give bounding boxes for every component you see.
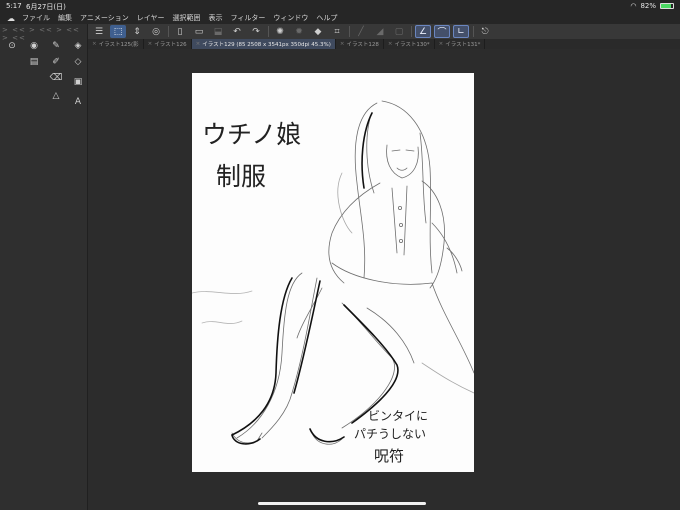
command-bar: ☰ ⬚ ⇕ ◎ ▯ ▭ ⬓ ↶ ↷ ✺ ✹ ◆ ⌗ ╱ ◢ ▢ ∠ ⌒ ∟ ⎋ xyxy=(88,24,680,39)
layers-tool-icon[interactable]: ◇ xyxy=(72,56,84,68)
canvas-workspace[interactable]: ウチノ娘 制服 ビンタイに パチうしない 呪符 xyxy=(88,49,680,510)
drawing-canvas[interactable]: ウチノ娘 制服 ビンタイに パチうしない 呪符 xyxy=(192,73,474,472)
settings-icon[interactable]: ✺ xyxy=(272,25,288,38)
menu-view[interactable]: 表示 xyxy=(209,13,223,23)
document-tabs: × イラスト125(影 × イラスト126 × イラスト129 (85 2508 x … xyxy=(88,39,680,49)
status-right: ◠ 82% xyxy=(630,2,674,10)
gradient-icon[interactable]: ◢ xyxy=(372,25,388,38)
tab-document[interactable]: × イラスト131* xyxy=(435,39,486,49)
layer-move-tool-icon[interactable]: ▤ xyxy=(28,56,40,68)
stroke-icon[interactable]: ╱ xyxy=(353,25,369,38)
tab-document[interactable]: × イラスト125(影 xyxy=(88,39,144,49)
battery-icon xyxy=(660,3,674,9)
stabilizer-2-icon[interactable]: ⌒ xyxy=(434,25,450,38)
reference-icon[interactable]: ⎋ xyxy=(477,25,493,38)
app-logo-icon[interactable]: ☁ xyxy=(0,14,22,23)
divider xyxy=(268,26,269,37)
save-icon[interactable]: ⬓ xyxy=(210,25,226,38)
divider xyxy=(168,26,169,37)
tab-document[interactable]: × イラスト130* xyxy=(384,39,435,49)
menu-selection[interactable]: 選択範囲 xyxy=(173,13,201,23)
close-icon[interactable]: × xyxy=(148,41,153,47)
battery-percent: 82% xyxy=(640,2,656,10)
operation-tool-icon[interactable]: ◉ xyxy=(28,40,40,52)
menu-file[interactable]: ファイル xyxy=(22,13,50,23)
close-icon[interactable]: × xyxy=(92,41,97,47)
close-icon[interactable]: × xyxy=(439,41,444,47)
tab-label: イラスト130* xyxy=(394,42,430,48)
close-icon[interactable]: × xyxy=(388,41,393,47)
close-icon[interactable]: × xyxy=(196,41,201,47)
canvas-note-line1: ビンタイに xyxy=(368,409,429,423)
menu-help[interactable]: ヘルプ xyxy=(316,13,337,23)
tab-document[interactable]: × イラスト128 xyxy=(336,39,384,49)
smart-icon[interactable]: ◎ xyxy=(148,25,164,38)
pen-tool-icon[interactable]: ✎ xyxy=(50,40,62,52)
status-time: 5:17 xyxy=(6,2,22,10)
stabilizer-1-icon[interactable]: ∠ xyxy=(415,25,431,38)
tab-label: イラスト129 (85 2508 x 3541px 350dpi 45.3%) xyxy=(202,42,331,48)
status-date: 6月27日(日) xyxy=(26,3,66,11)
tool-panel: > << > << > << > << ⊙ ◉ ✎ ◈ ▤ ✐ ◇ ⌫ ▣ △ … xyxy=(0,24,88,510)
redo-icon[interactable]: ↷ xyxy=(248,25,264,38)
divider xyxy=(349,26,350,37)
menu-layer[interactable]: レイヤー xyxy=(137,13,165,23)
canvas-note-line2: パチうしない xyxy=(354,427,427,441)
canvas-title-line2: 制服 xyxy=(216,162,267,191)
tab-document[interactable]: × イラスト126 xyxy=(144,39,192,49)
text-tool-icon[interactable]: A xyxy=(72,96,84,108)
canvas-title-line1: ウチノ娘 xyxy=(202,120,302,149)
tab-label: イラスト125(影 xyxy=(98,42,139,48)
home-indicator[interactable] xyxy=(258,502,426,505)
figure-tool-icon[interactable]: △ xyxy=(50,90,62,102)
fill-tool-icon[interactable]: ◈ xyxy=(72,40,84,52)
crop-icon[interactable]: ⌗ xyxy=(329,25,345,38)
zoom-tool-icon[interactable]: ⊙ xyxy=(6,40,18,52)
fill-bucket-icon[interactable]: ◆ xyxy=(310,25,326,38)
wifi-icon: ◠ xyxy=(630,2,637,10)
menu-edit[interactable]: 編集 xyxy=(58,13,72,23)
status-bar: 5:17 6月27日(日) ◠ 82% xyxy=(0,0,680,12)
open-folder-icon[interactable]: ▭ xyxy=(191,25,207,38)
menu-icon[interactable]: ☰ xyxy=(91,25,107,38)
brush-tool-icon[interactable]: ✐ xyxy=(50,56,62,68)
square-icon[interactable]: ▢ xyxy=(391,25,407,38)
gradient-tool-icon[interactable]: ▣ xyxy=(72,76,84,88)
select-icon[interactable]: ⬚ xyxy=(110,25,126,38)
divider xyxy=(411,26,412,37)
close-icon[interactable]: × xyxy=(340,41,345,47)
battery-fill xyxy=(661,4,671,8)
menu-animation[interactable]: アニメーション xyxy=(80,13,129,23)
eraser-tool-icon[interactable]: ⌫ xyxy=(50,72,63,84)
menu-window[interactable]: ウィンドウ xyxy=(273,13,308,23)
menu-filter[interactable]: フィルター xyxy=(231,13,266,23)
canvas-note-line3: 呪符 xyxy=(374,447,405,465)
menu-bar: ☁ ファイル 編集 アニメーション レイヤー 選択範囲 表示 フィルター ウィン… xyxy=(0,12,680,24)
stabilizer-3-icon[interactable]: ∟ xyxy=(453,25,469,38)
divider xyxy=(473,26,474,37)
move-icon[interactable]: ⇕ xyxy=(129,25,145,38)
undo-icon[interactable]: ↶ xyxy=(229,25,245,38)
clear-icon[interactable]: ✹ xyxy=(291,25,307,38)
tab-label: イラスト126 xyxy=(154,42,187,48)
new-file-icon[interactable]: ▯ xyxy=(172,25,188,38)
tab-label: イラスト131* xyxy=(445,42,481,48)
tab-label: イラスト128 xyxy=(346,42,379,48)
tab-document-active[interactable]: × イラスト129 (85 2508 x 3541px 350dpi 45.3%) xyxy=(191,39,336,49)
